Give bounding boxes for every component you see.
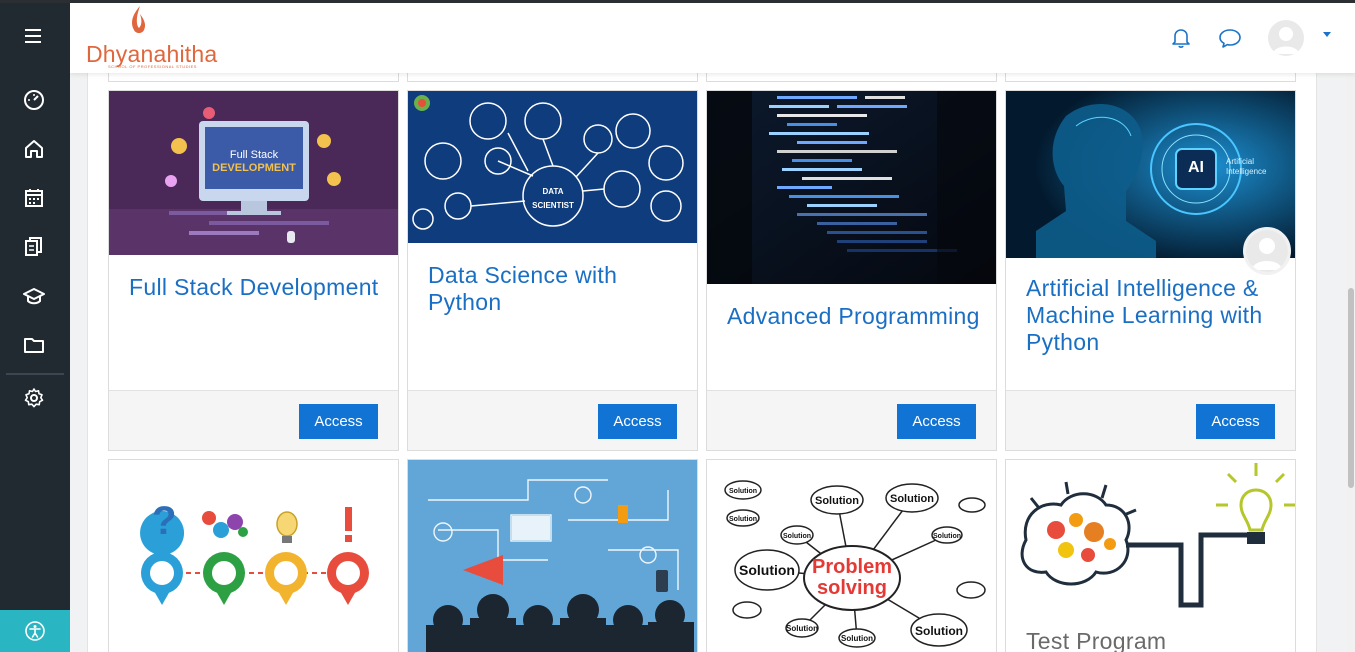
course-image[interactable]: ?	[109, 460, 398, 652]
course-title[interactable]: Full Stack Development	[129, 274, 389, 301]
bell-icon[interactable]	[1168, 25, 1194, 51]
card-footer: Access	[408, 390, 697, 450]
problem-text: Problem	[812, 556, 892, 578]
card-stub	[407, 73, 698, 82]
svg-text:Solution: Solution	[729, 488, 757, 495]
course-card[interactable]: Problem solving Solution Solution Soluti…	[706, 459, 997, 652]
user-avatar[interactable]	[1268, 20, 1304, 56]
image-caption: Full Stack	[229, 149, 279, 161]
course-title[interactable]: Test Program	[1026, 628, 1286, 652]
card-stub	[1005, 73, 1296, 82]
svg-text:Solution: Solution	[915, 624, 963, 638]
flame-logo-icon	[132, 6, 146, 33]
course-card[interactable]: Test Program	[1005, 459, 1296, 652]
course-image[interactable]: Problem solving Solution Solution Soluti…	[707, 460, 996, 652]
svg-text:Solution: Solution	[815, 495, 859, 507]
access-button[interactable]: Access	[299, 404, 378, 439]
chevron-down-icon[interactable]	[1323, 32, 1331, 37]
course-image[interactable]	[408, 460, 697, 652]
course-card[interactable]: AI Artificial Intelligence Artificial Int…	[1005, 90, 1296, 451]
image-caption: Artificial Intelligence	[1226, 157, 1266, 177]
svg-text:Solution: Solution	[933, 533, 961, 540]
card-stub	[108, 73, 399, 82]
sidebar-divider	[6, 373, 64, 375]
menu-icon[interactable]	[22, 24, 46, 48]
gear-icon[interactable]	[22, 386, 46, 410]
caption-line: Intelligence	[1226, 167, 1267, 176]
graduation-cap-icon[interactable]	[22, 284, 46, 308]
dashboard-icon[interactable]	[22, 88, 46, 112]
left-sidebar	[0, 0, 70, 652]
course-image[interactable]: DATA SCIENTIST	[408, 91, 697, 243]
svg-text:Solution: Solution	[739, 562, 795, 578]
problem-text: solving	[817, 577, 887, 599]
scrollbar-thumb[interactable]	[1348, 288, 1354, 488]
svg-text:Solution: Solution	[841, 634, 873, 643]
files-icon[interactable]	[22, 235, 46, 259]
image-caption: DEVELOPMENT	[212, 162, 296, 174]
chat-icon[interactable]	[1217, 25, 1243, 51]
top-header: Dhyanahitha SCHOOL OF PROFESSIONAL STUDI…	[70, 3, 1355, 73]
course-title[interactable]: Advanced Programming	[727, 303, 987, 330]
course-image[interactable]: Full Stack DEVELOPMENT	[109, 91, 398, 255]
course-card[interactable]	[407, 459, 698, 652]
teacher-avatar[interactable]	[1243, 227, 1291, 275]
svg-text:Solution: Solution	[729, 516, 757, 523]
logo-subtitle: SCHOOL OF PROFESSIONAL STUDIES	[108, 64, 197, 69]
svg-text:Solution: Solution	[783, 533, 811, 540]
access-button[interactable]: Access	[1196, 404, 1275, 439]
svg-text:?: ?	[152, 499, 176, 543]
folder-icon[interactable]	[22, 333, 46, 357]
course-title[interactable]: Data Science with Python	[428, 262, 688, 316]
home-icon[interactable]	[22, 137, 46, 161]
course-image[interactable]	[1006, 460, 1295, 620]
caption-line: DATA	[542, 187, 564, 196]
access-button[interactable]: Access	[897, 404, 976, 439]
accessibility-button[interactable]	[0, 610, 70, 652]
caption-line: Artificial	[1226, 157, 1255, 166]
course-title[interactable]: Artificial Intelligence & Machine Learni…	[1026, 275, 1286, 356]
access-button[interactable]: Access	[598, 404, 677, 439]
top-border	[0, 0, 1355, 3]
image-caption: DATA SCIENTIST	[523, 185, 583, 213]
svg-text:Solution: Solution	[890, 493, 934, 505]
course-card[interactable]: Full Stack DEVELOPMENT Full Stack Develo…	[108, 90, 399, 451]
course-card[interactable]: ?	[108, 459, 399, 652]
caption-line: SCIENTIST	[532, 201, 574, 210]
card-stub	[706, 73, 997, 82]
image-caption: AI	[1188, 159, 1204, 176]
course-card[interactable]: Advanced Programming Access	[706, 90, 997, 451]
card-footer: Access	[109, 390, 398, 450]
page-scrollbar[interactable]	[1347, 73, 1355, 652]
card-footer: Access	[707, 390, 996, 450]
svg-text:Solution: Solution	[786, 624, 818, 633]
card-footer: Access	[1006, 390, 1295, 450]
course-card[interactable]: DATA SCIENTIST Data Science with Python A…	[407, 90, 698, 451]
brand-logo[interactable]: Dhyanahitha SCHOOL OF PROFESSIONAL STUDI…	[84, 3, 234, 73]
accessibility-icon	[25, 621, 45, 641]
course-image[interactable]	[707, 91, 996, 284]
calendar-icon[interactable]	[22, 186, 46, 210]
